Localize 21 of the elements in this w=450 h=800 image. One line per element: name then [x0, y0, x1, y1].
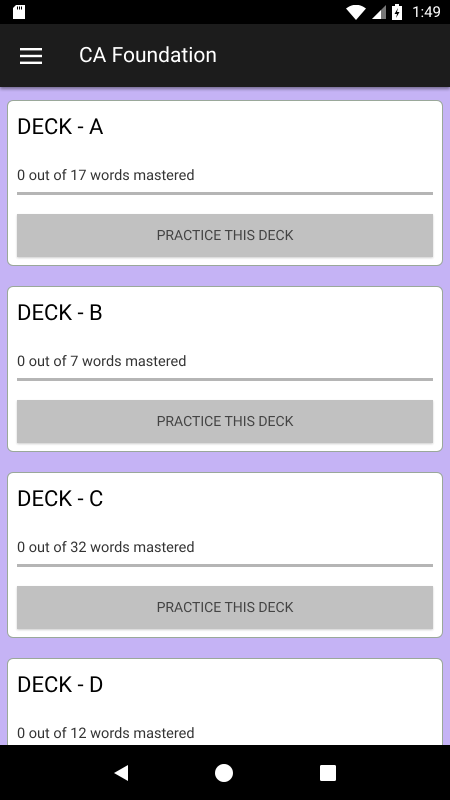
practice-button[interactable]: PRACTICE THIS DECK: [17, 586, 433, 629]
practice-button[interactable]: PRACTICE THIS DECK: [17, 400, 433, 443]
practice-button[interactable]: PRACTICE THIS DECK: [17, 214, 433, 257]
clock-time: 1:49: [412, 3, 441, 21]
signal-icon: [372, 5, 386, 19]
wifi-icon: [346, 4, 366, 20]
progress-text: 0 out of 12 words mastered: [17, 724, 196, 744]
deck-title: DECK - A: [17, 114, 104, 142]
progress-text: 0 out of 32 words mastered: [17, 538, 196, 558]
app-title: CA Foundation: [79, 44, 217, 68]
home-icon[interactable]: [214, 764, 233, 782]
deck-title: DECK - C: [17, 486, 104, 514]
progress-text: 0 out of 17 words mastered: [17, 166, 196, 186]
deck-title: DECK - D: [17, 672, 104, 700]
deck-title: DECK - B: [17, 300, 104, 328]
battery-charging-icon: [392, 4, 402, 20]
sd-card-icon: [13, 5, 25, 19]
menu-icon[interactable]: [20, 48, 42, 64]
recents-icon[interactable]: [320, 764, 336, 780]
progress-text: 0 out of 7 words mastered: [17, 352, 188, 372]
back-icon[interactable]: [114, 764, 128, 780]
